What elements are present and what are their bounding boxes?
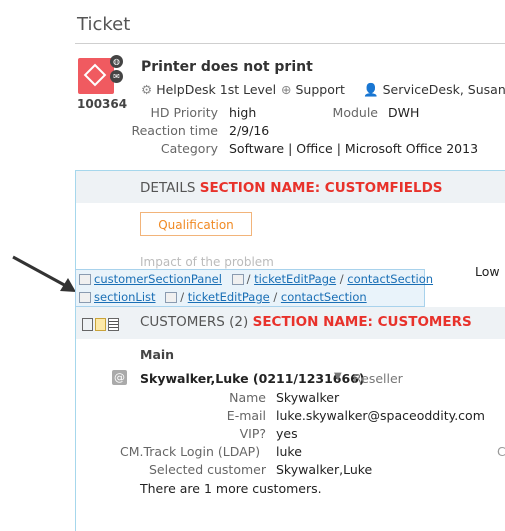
priority-label: HD Priority (150, 105, 219, 120)
org-chart-icon (231, 274, 244, 285)
module-label: Module (332, 105, 378, 120)
globe-icon: ◍ (110, 55, 123, 68)
reaction-time-label: Reaction time (131, 123, 218, 138)
impact-label-faded: Impact of the problem (140, 255, 274, 269)
settings-icon: ⚙ (141, 82, 153, 97)
mail-icon: ✉ (110, 70, 123, 83)
more-customers-link[interactable]: There are 1 more customers. (140, 481, 322, 496)
layout-blank-icon[interactable] (82, 318, 93, 331)
at-sign-icon: @ (112, 370, 127, 385)
customer-login-value: luke (276, 444, 302, 459)
ticket-group[interactable]: ⚙ HelpDesk 1st Level (141, 82, 276, 97)
tooltip-row-2: sectionList / ticketEditPage / contactSe… (79, 288, 424, 306)
ticket-assignee[interactable]: 👤 ServiceDesk, Susan (363, 82, 505, 98)
org-chart-icon (165, 292, 178, 303)
customer-role: Reseller (353, 371, 403, 386)
customer-vip-label: VIP? (239, 426, 266, 441)
link-ticket-edit-page[interactable]: ticketEditPage (254, 272, 336, 286)
priority-value: high (229, 105, 257, 120)
selected-customer-value: Skywalker,Luke (276, 462, 373, 477)
ticket-subject: Printer does not print (141, 59, 313, 75)
impact-value: Low (475, 264, 500, 279)
org-chart-icon (79, 292, 91, 303)
link-ticket-edit-page-2[interactable]: ticketEditPage (188, 290, 270, 304)
selected-customer-label: Selected customer (148, 462, 266, 477)
crosshair-icon: ⊕ (281, 82, 292, 97)
view-mode-toggle (82, 314, 121, 333)
customers-annotation: SECTION NAME: CUSTOMERS (252, 314, 472, 330)
ticket-type-icon (78, 58, 114, 94)
title-divider (75, 43, 505, 44)
customer-vip-value: yes (276, 426, 298, 441)
details-title: DETAILS SECTION NAME: CUSTOMFIELDS (140, 180, 443, 196)
link-customer-section-panel[interactable]: customerSectionPanel (94, 272, 222, 286)
annotation-arrow-icon (12, 255, 76, 292)
customer-group-label: Main (140, 347, 175, 362)
chevron-down-icon[interactable]: ▼ (334, 371, 342, 382)
truncated-column-label: C (497, 444, 505, 459)
details-annotation: SECTION NAME: CUSTOMFIELDS (199, 180, 443, 196)
customer-email-label: E-mail (226, 408, 266, 423)
page-title: Ticket (77, 14, 131, 35)
tooltip-row-1: customerSectionPanel / ticketEditPage / … (79, 270, 433, 288)
user-icon: 👤 (363, 82, 379, 97)
primary-customer-name[interactable]: Skywalker,Luke (0211/1231666) (140, 371, 365, 386)
category-label: Category (160, 141, 218, 156)
link-contact-section[interactable]: contactSection (347, 272, 433, 286)
customer-name-value: Skywalker (276, 390, 340, 405)
category-value: Software | Office | Microsoft Office 201… (229, 141, 479, 156)
component-path-tooltip: customerSectionPanel / ticketEditPage / … (75, 269, 433, 307)
org-chart-icon (79, 274, 91, 285)
customer-email-value[interactable]: luke.skywalker@spaceoddity.com (276, 408, 485, 423)
qualification-button[interactable]: Qualification (140, 212, 252, 236)
module-value: DWH (388, 105, 420, 120)
customers-title: CUSTOMERS (2) SECTION NAME: CUSTOMERS (140, 314, 472, 330)
layout-cards-icon[interactable] (95, 318, 106, 331)
customer-name-label: Name (229, 390, 266, 405)
link-section-list[interactable]: sectionList (94, 290, 156, 304)
link-contact-section-2[interactable]: contactSection (281, 290, 367, 304)
reaction-time-value: 2/9/16 (229, 123, 270, 138)
ticket-category-type[interactable]: ⊕ Support (281, 82, 345, 97)
layout-list-icon[interactable] (108, 318, 119, 331)
customer-login-label: CM.Track Login (LDAP) (120, 444, 261, 459)
